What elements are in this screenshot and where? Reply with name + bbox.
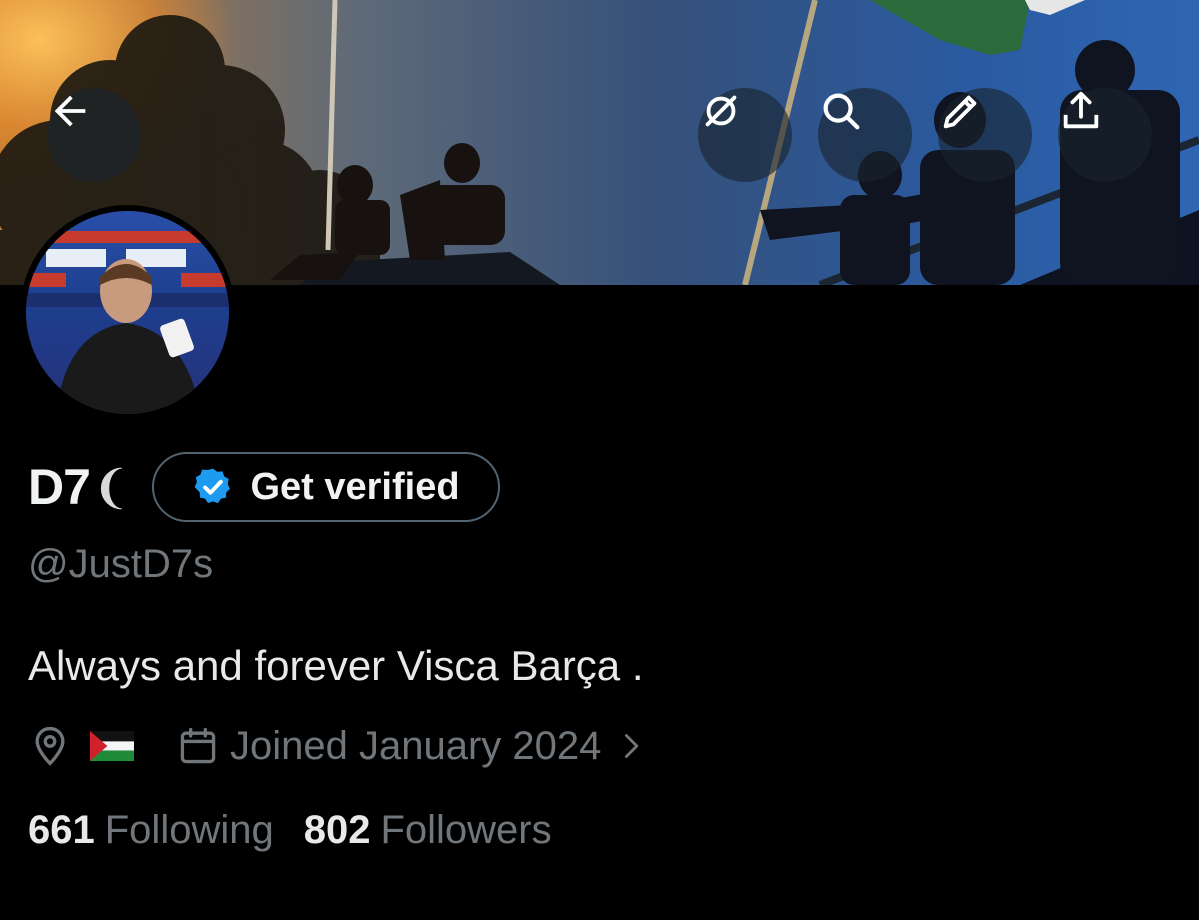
joined-date[interactable]: Joined January 2024 (230, 724, 601, 769)
display-name: D7 (28, 459, 91, 515)
following-link[interactable]: 661 Following (28, 808, 274, 853)
share-icon (1063, 91, 1099, 129)
search-icon (823, 93, 860, 130)
bio-text: Always and forever Visca Barça . (28, 642, 644, 689)
followers-link[interactable]: 802 Followers (304, 808, 552, 853)
arrow-left-icon (54, 95, 86, 127)
share-button[interactable] (1058, 88, 1152, 182)
profile-meta: Joined January 2024 (28, 720, 645, 772)
back-button[interactable] (47, 88, 141, 182)
grok-button[interactable] (698, 88, 792, 182)
following-count: 661 (28, 808, 95, 852)
get-verified-button[interactable]: Get verified (152, 452, 500, 522)
verified-badge-icon (195, 468, 231, 504)
user-handle: @JustD7s (28, 542, 214, 586)
name-row: D7 ❨ Get verified (28, 452, 500, 522)
chevron-right-icon[interactable] (617, 732, 645, 760)
edit-button[interactable] (938, 88, 1032, 182)
avatar-photo (26, 211, 229, 414)
followers-count: 802 (303, 808, 371, 852)
get-verified-label: Get verified (250, 465, 460, 508)
followers-label: Followers (380, 808, 552, 852)
avatar[interactable] (20, 205, 235, 420)
palestine-flag-icon (90, 730, 134, 762)
grok-icon (705, 95, 737, 127)
name-emoji: ❨ (91, 461, 131, 513)
edit-icon (943, 95, 977, 129)
location-pin-icon (35, 726, 65, 766)
following-label: Following (104, 808, 274, 852)
follow-stats: 661 Following 802 Followers (28, 808, 552, 853)
search-button[interactable] (818, 88, 912, 182)
calendar-icon (180, 727, 216, 764)
